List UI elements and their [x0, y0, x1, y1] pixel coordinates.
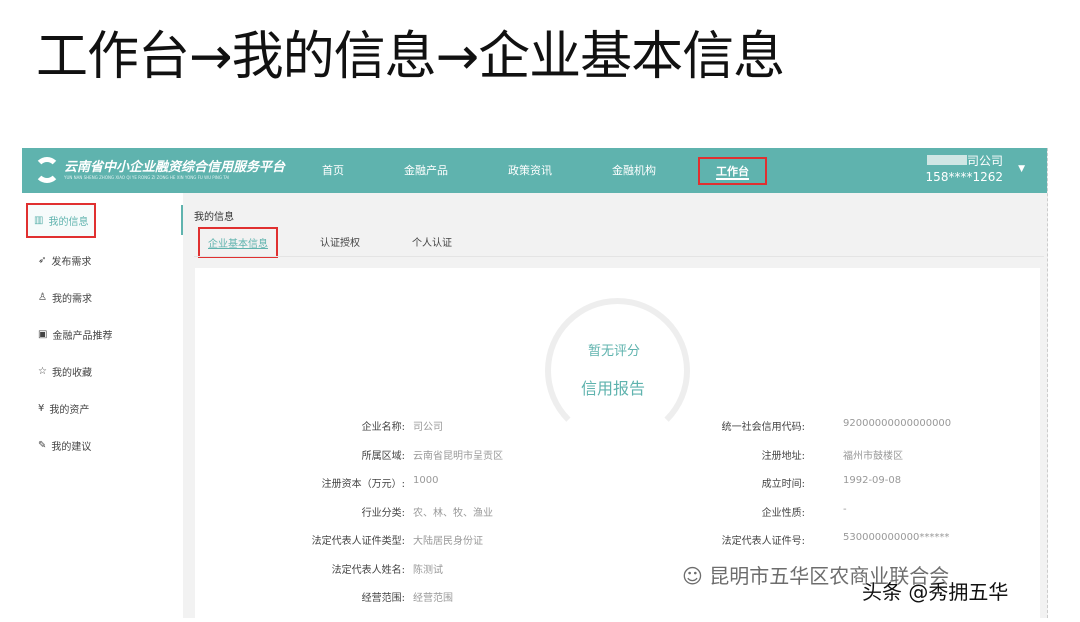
star-icon: ☆ [38, 366, 47, 377]
field-label: 法定代表人姓名: [225, 561, 405, 576]
credit-report-link[interactable]: 信用报告 [581, 375, 645, 399]
sidebar-item-assets[interactable]: ¥ 我的资产 [38, 401, 89, 416]
field-label: 企业名称: [225, 418, 405, 433]
sidebar-item-my-info[interactable]: ▥ 我的信息 [26, 203, 96, 238]
field-label: 经营范围: [225, 589, 405, 604]
active-indicator [181, 205, 183, 235]
field-label: 成立时间: [625, 475, 805, 490]
app-window: 云南省中小企业融资综合信用服务平台 YUN NAN SHENG ZHONG XI… [22, 148, 1048, 618]
tab-authorization[interactable]: 认证授权 [320, 234, 360, 249]
nav-finance-products[interactable]: 金融产品 [404, 162, 448, 178]
user-icon: ♙ [38, 292, 47, 303]
sidebar-item-label: 我的信息 [48, 213, 88, 228]
product-icon: ▣ [38, 329, 47, 340]
sidebar-item-label: 我的收藏 [52, 364, 92, 379]
user-company: 司公司 [967, 154, 1003, 168]
field-label: 注册地址: [625, 447, 805, 462]
field-label: 行业分类: [225, 504, 405, 519]
user-phone: 158****1262 [926, 170, 1003, 184]
field-value: 92000000000000000 [843, 418, 951, 429]
field-label: 注册资本（万元）: [225, 475, 405, 490]
nav-policy-news[interactable]: 政策资讯 [508, 162, 552, 178]
field-value: 1992-09-08 [843, 475, 901, 486]
slide-title: 工作台→我的信息→企业基本信息 [36, 14, 784, 89]
credit-score: 暂无评分 [588, 340, 640, 359]
field-label: 统一社会信用代码: [625, 418, 805, 433]
tab-enterprise-info[interactable]: 企业基本信息 [198, 227, 278, 258]
edit-icon: ✎ [38, 440, 46, 451]
yen-icon: ¥ [38, 403, 44, 414]
send-icon: ➶ [38, 255, 46, 266]
nav-financial-institutions[interactable]: 金融机构 [612, 162, 656, 178]
sidebar-item-label: 金融产品推荐 [52, 327, 112, 342]
sidebar-item-label: 我的建议 [51, 438, 91, 453]
field-value: 530000000000****** [843, 532, 949, 543]
field-value: 1000 [413, 475, 438, 486]
chevron-down-icon[interactable]: ▼ [1018, 164, 1025, 174]
field-value: 陈测试 [413, 561, 443, 576]
field-value: 大陆居民身份证 [413, 532, 483, 547]
sidebar-item-label: 我的需求 [52, 290, 92, 305]
breadcrumb: 我的信息 [194, 208, 234, 223]
logo-icon [34, 157, 60, 183]
field-label: 所属区域: [225, 447, 405, 462]
sidebar: ▥ 我的信息 ➶ 发布需求 ♙ 我的需求 ▣ 金融产品推荐 ☆ 我的收藏 ¥ 我的资产 ✎ 我… [22, 193, 183, 618]
field-value: 经营范围 [413, 589, 453, 604]
field-value: 福州市鼓楼区 [843, 447, 903, 462]
field-value: 司公司 [413, 418, 443, 433]
user-menu[interactable]: 司公司 158****1262 [926, 153, 1003, 185]
sidebar-item-label: 发布需求 [51, 253, 91, 268]
sidebar-item-my-demands[interactable]: ♙ 我的需求 [38, 290, 92, 305]
sidebar-item-label: 我的资产 [49, 401, 89, 416]
field-value: 农、林、牧、渔业 [413, 504, 493, 519]
sidebar-item-product-recommend[interactable]: ▣ 金融产品推荐 [38, 327, 112, 342]
nav-workbench[interactable]: 工作台 [698, 157, 767, 185]
nav-home[interactable]: 首页 [322, 162, 344, 178]
field-value: 云南省昆明市呈贡区 [413, 447, 503, 462]
top-nav: 云南省中小企业融资综合信用服务平台 YUN NAN SHENG ZHONG XI… [22, 148, 1047, 193]
field-value: - [843, 504, 847, 515]
tabs-divider [194, 256, 1044, 257]
sidebar-item-suggestions[interactable]: ✎ 我的建议 [38, 438, 91, 453]
field-label: 法定代表人证件类型: [225, 532, 405, 547]
brand-name: 云南省中小企业融资综合信用服务平台 [64, 156, 285, 175]
sidebar-item-favorites[interactable]: ☆ 我的收藏 [38, 364, 92, 379]
field-label: 法定代表人证件号: [625, 532, 805, 547]
toutiao-watermark: 头条 @秀拥五华 [862, 576, 1008, 605]
field-label: 企业性质: [625, 504, 805, 519]
id-card-icon: ▥ [34, 215, 43, 226]
sidebar-item-publish-demand[interactable]: ➶ 发布需求 [38, 253, 91, 268]
tab-personal-auth[interactable]: 个人认证 [412, 234, 452, 249]
brand-pinyin: YUN NAN SHENG ZHONG XIAO QI YE RONG ZI Z… [64, 175, 229, 180]
